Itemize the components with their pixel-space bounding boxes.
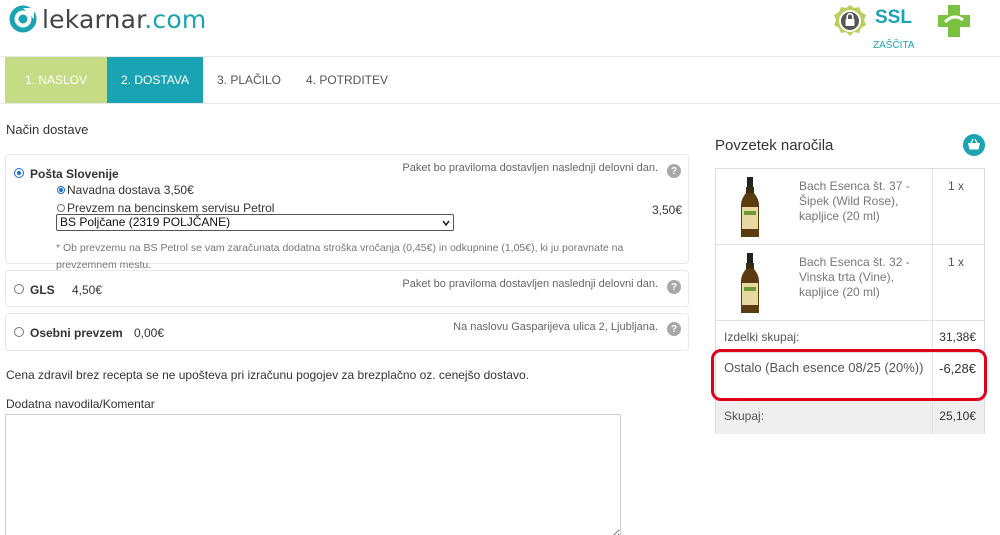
petrol-station-select[interactable]: BS Poljčane (2319 POLJČANE) — [56, 214, 454, 231]
total-label: Skupaj: — [724, 409, 765, 423]
help-icon[interactable]: ? — [667, 164, 681, 178]
help-icon[interactable]: ? — [667, 322, 681, 336]
option-note-posta: Paket bo praviloma dostavljen naslednji … — [402, 162, 658, 174]
ssl-title: SSL — [875, 7, 912, 28]
bottle-image — [741, 253, 759, 313]
chevron-down-icon — [442, 220, 450, 227]
option-note-pickup: Na naslovu Gasparijeva ulica 2, Ljubljan… — [453, 321, 658, 333]
steps-divider — [0, 103, 1000, 104]
option-name-posta: Pošta Slovenije — [30, 167, 119, 181]
checkout-steps: 1. NASLOV 2. DOSTAVA 3. PLAČILO 4. POTRD… — [5, 57, 399, 103]
basket-glyph — [968, 138, 980, 150]
product-qty: 1 x — [948, 255, 965, 269]
select-value: BS Poljčane (2319 POLJČANE) — [60, 215, 231, 229]
logo-text: lekarnar.com — [42, 4, 207, 34]
comment-label: Dodatna navodila/Komentar — [6, 397, 155, 411]
summary-item-row: Bach Esenca št. 32 - Vinska trta (Vine),… — [716, 245, 984, 321]
product-qty: 1 x — [948, 179, 965, 193]
help-icon[interactable]: ? — [667, 280, 681, 294]
product-name[interactable]: Bach Esenca št. 37 - Šipek (Wild Rose), … — [799, 179, 924, 224]
step-confirmation[interactable]: 4. POTRDITEV — [295, 57, 399, 103]
sub-option-standard: Navadna dostava 3,50€ — [67, 183, 194, 197]
radio-standard-delivery[interactable] — [57, 186, 65, 194]
bottle-image — [741, 177, 759, 237]
option-price-gls: 4,50€ — [72, 283, 103, 297]
logo-icon — [9, 5, 37, 33]
summary-title: Povzetek naročila — [715, 137, 834, 154]
comment-textarea[interactable] — [5, 414, 621, 535]
option-note-gls: Paket bo praviloma dostavljen naslednji … — [402, 278, 658, 290]
subtotal-value: 31,38€ — [939, 330, 976, 344]
radio-gls[interactable] — [14, 284, 24, 294]
ssl-subtitle: ZAŠČITA — [873, 40, 915, 51]
lock-badge-icon — [834, 5, 866, 36]
total-row: Skupaj: 25,10€ — [716, 399, 984, 434]
option-name-gls: GLS — [30, 283, 55, 297]
sub-option-petrol: Prevzem na bencinskem servisu Petrol — [67, 201, 275, 215]
product-name[interactable]: Bach Esenca št. 32 - Vinska trta (Vine),… — [799, 255, 924, 300]
option-name-pickup: Osebni prevzem — [30, 326, 123, 340]
free-shipping-note: Cena zdravil brez recepta se ne upošteva… — [6, 368, 529, 382]
radio-personal-pickup[interactable] — [14, 327, 24, 337]
petrol-fine-print: * Ob prevzemu na BS Petrol se vam zaraču… — [56, 242, 624, 271]
green-cross-icon — [938, 5, 970, 37]
radio-posta[interactable] — [14, 168, 24, 178]
column-divider — [932, 399, 933, 434]
column-divider — [932, 169, 933, 244]
total-value: 25,10€ — [939, 409, 976, 423]
subtotal-label: Izdelki skupaj: — [724, 330, 800, 344]
option-price-pickup: 0,00€ — [134, 326, 165, 340]
petrol-price: 3,50€ — [652, 203, 683, 217]
column-divider — [932, 321, 933, 352]
step-payment[interactable]: 3. PLAČILO — [203, 57, 295, 103]
summary-item-row: Bach Esenca št. 37 - Šipek (Wild Rose), … — [716, 169, 984, 245]
radio-petrol-pickup[interactable] — [57, 204, 65, 212]
site-logo[interactable]: lekarnar.com — [8, 4, 206, 34]
delivery-title: Način dostave — [6, 122, 89, 137]
column-divider — [932, 245, 933, 320]
step-delivery[interactable]: 2. DOSTAVA — [107, 57, 203, 103]
ssl-seal: SSL ZAŠČITA — [833, 4, 923, 52]
discount-highlight — [711, 349, 987, 401]
site-header: lekarnar.com SSL ZAŠČITA — [0, 0, 1000, 57]
step-address[interactable]: 1. NASLOV — [5, 57, 107, 103]
basket-icon[interactable] — [963, 134, 985, 156]
